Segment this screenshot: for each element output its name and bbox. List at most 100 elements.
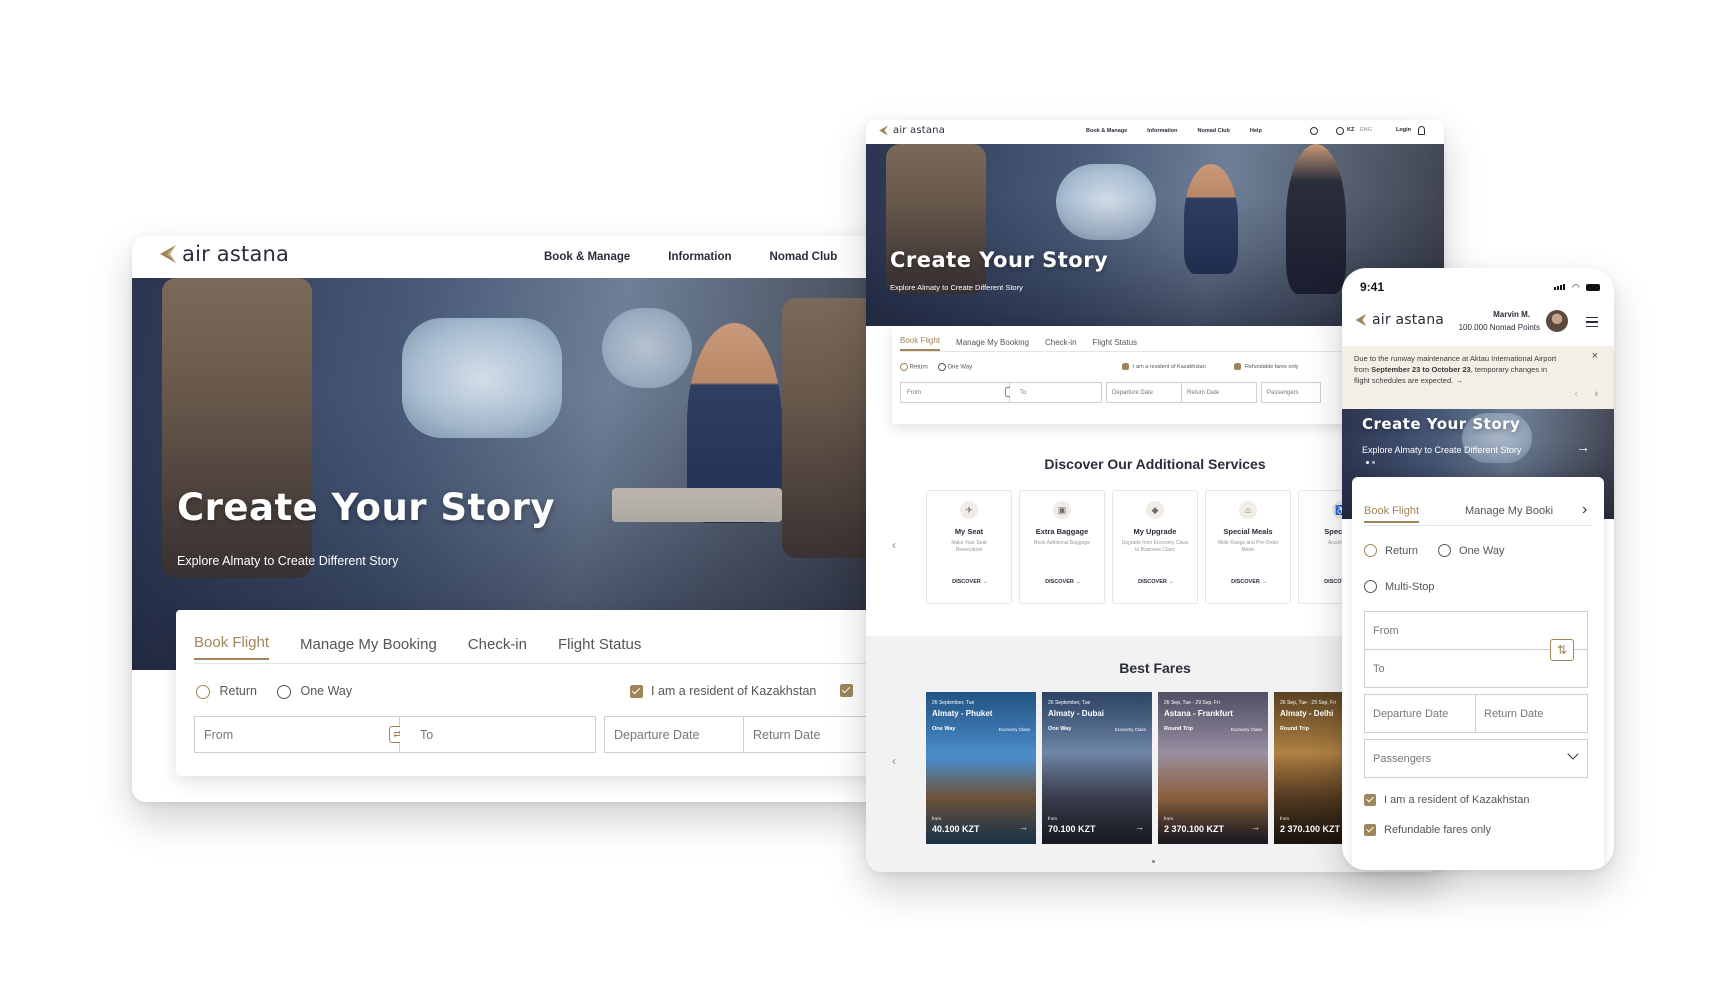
services-prev-arrow[interactable]: ‹ [892,538,896,552]
tab-book-flight[interactable]: Book Flight [900,336,941,351]
login-link[interactable]: Login [1396,127,1411,133]
tab-check-in[interactable]: Check-in [1045,338,1077,351]
fare-route: Almaty - Phuket [932,709,993,718]
discover-link[interactable]: DISCOVER → [1020,579,1104,585]
nav-information[interactable]: Information [668,251,731,263]
nav-nomad-club[interactable]: Nomad Club [1198,128,1230,134]
fare-card-frankfurt[interactable]: 26 Sep, Tue - 29 Sep, Fri Astana - Frank… [1158,692,1268,844]
departure-placeholder: Departure Date [1112,389,1154,396]
desktop-frame: air astana Book & Manage Information Nom… [132,236,892,802]
refundable-label: Refundable fares only [1245,363,1299,370]
departure-date-input[interactable]: Departure Date [604,716,744,753]
carousel-dots[interactable] [1366,461,1375,464]
tab-flight-status[interactable]: Flight Status [558,636,641,660]
service-title: Extra Baggage [1035,527,1089,536]
hero-title: Create Your Story [177,486,556,529]
refundable-checkbox[interactable] [840,684,853,697]
resident-label: I am a resident of Kazakhstan [1133,363,1206,370]
passengers-select[interactable]: Passengers [1364,739,1588,778]
from-input[interactable]: From [900,382,1010,403]
fares-prev-arrow[interactable]: ‹ [892,754,896,768]
nav-information[interactable]: Information [1147,128,1177,134]
brand-logo[interactable]: air astana [1354,312,1444,328]
booking-tabs: Book Flight Manage My Booking Check-in F… [194,634,641,660]
nav-book-manage[interactable]: Book & Manage [1086,128,1127,134]
radio-one-way[interactable]: One Way [277,684,352,699]
menu-icon[interactable] [1586,317,1598,327]
user-icon[interactable] [1418,126,1425,135]
nav-help[interactable]: Help [1250,128,1262,134]
radio-return[interactable]: Return [1364,544,1418,557]
departure-date-input[interactable]: Departure Date [1106,382,1182,403]
discover-link[interactable]: DISCOVER → [1113,579,1197,585]
arrow-right-icon: → [1251,822,1260,832]
departure-placeholder: Departure Date [614,727,700,742]
refundable-checkbox[interactable]: Refundable fares only [1234,363,1299,370]
discover-label: DISCOVER [1138,579,1167,585]
brand-name: air astana [1372,312,1445,328]
search-icon[interactable] [1310,127,1318,135]
radio-one-way[interactable]: One Way [1438,544,1504,557]
tab-manage-booking[interactable]: Manage My Booki [1465,505,1569,517]
notice-next-arrow[interactable]: › [1594,388,1598,400]
radio-one-way[interactable]: One Way [937,363,972,371]
service-card-special-meals[interactable]: ⌂ Special Meals Wide Range and Pre-Order… [1205,490,1291,604]
lang-country[interactable]: KZ [1347,127,1354,133]
return-date-input[interactable]: Return Date [1181,382,1257,403]
hero-subtitle: Explore Almaty to Create Different Story [890,283,1023,292]
return-date-input[interactable]: Return Date [1475,694,1588,733]
service-card-extra-baggage[interactable]: ▣ Extra Baggage Book Additional Baggage … [1019,490,1105,604]
avatar[interactable] [1546,310,1568,332]
radio-one-way-label: One Way [300,684,353,698]
service-title: Special Meals [1223,527,1273,536]
brand-logo[interactable]: air astana [158,242,289,266]
tab-manage-booking[interactable]: Manage My Booking [956,338,1029,351]
fare-class: Economy Class [1230,727,1262,732]
fare-class: Economy Class [1114,727,1146,732]
radio-multi-stop-label: Multi-Stop [1385,580,1435,593]
resident-checkbox[interactable]: I am a resident of Kazakhstan [1364,794,1530,806]
radio-return[interactable]: Return [196,684,257,699]
user-name: Marvin M. [1493,310,1530,319]
resident-checkbox[interactable]: I am a resident of Kazakhstan [630,684,816,698]
tab-manage-booking[interactable]: Manage My Booking [300,636,437,660]
service-card-my-seat[interactable]: ✈ My Seat Make Your Seat Reservation DIS… [926,490,1012,604]
notice-prev-arrow[interactable]: ‹ [1574,388,1578,400]
from-input[interactable]: From [194,716,400,753]
globe-icon[interactable] [1336,127,1344,135]
departure-date-input[interactable]: Departure Date [1364,694,1476,733]
hero-title: Create Your Story [890,248,1109,272]
hero-subtitle: Explore Almaty to Create Different Story [177,554,399,568]
fare-card-phuket[interactable]: 26 September, Tue Almaty - Phuket One Wa… [926,692,1036,844]
brand-logo[interactable]: air astana [878,124,945,137]
fare-card-dubai[interactable]: 26 September, Tue Almaty - Dubai One Way… [1042,692,1152,844]
discover-link[interactable]: DISCOVER → [927,579,1011,585]
swap-button[interactable]: ⇅ [1550,639,1574,661]
to-input[interactable]: To [400,716,596,753]
nav-book-manage[interactable]: Book & Manage [544,251,630,263]
discover-link[interactable]: DISCOVER → [1206,579,1290,585]
tab-book-flight[interactable]: Book Flight [194,634,270,660]
radio-return[interactable]: Return [900,363,928,371]
nav-nomad-club[interactable]: Nomad Club [770,251,838,263]
radio-multi-stop[interactable]: Multi-Stop [1364,580,1435,593]
carousel-dot[interactable] [1152,860,1155,863]
close-icon[interactable]: × [1592,350,1598,362]
return-placeholder: Return Date [753,727,821,742]
passengers-input[interactable]: Passengers [1261,382,1321,403]
to-input[interactable]: To [1010,382,1102,403]
tab-check-in[interactable]: Check-in [468,636,527,660]
discover-label: DISCOVER [1045,579,1074,585]
resident-checkbox[interactable]: I am a resident of Kazakhstan [1122,363,1206,370]
tab-book-flight[interactable]: Book Flight [1364,505,1420,523]
lang-selector[interactable]: ENG [1360,127,1372,133]
service-desc: Make Your Seat Reservation [951,540,987,553]
arrow-right-icon[interactable]: → [1576,439,1590,455]
arrow-right-icon: → [1135,822,1144,832]
booking-widget: Book Flight Manage My Booki › Return One… [1352,477,1604,870]
chevron-right-icon[interactable]: › [1582,501,1587,519]
logo-mark-icon [879,125,888,136]
service-card-my-upgrade[interactable]: ◆ My Upgrade Upgrade from Economy Class … [1112,490,1198,604]
refundable-checkbox[interactable]: Refundable fares only [1364,824,1491,836]
tab-flight-status[interactable]: Flight Status [1093,338,1137,351]
